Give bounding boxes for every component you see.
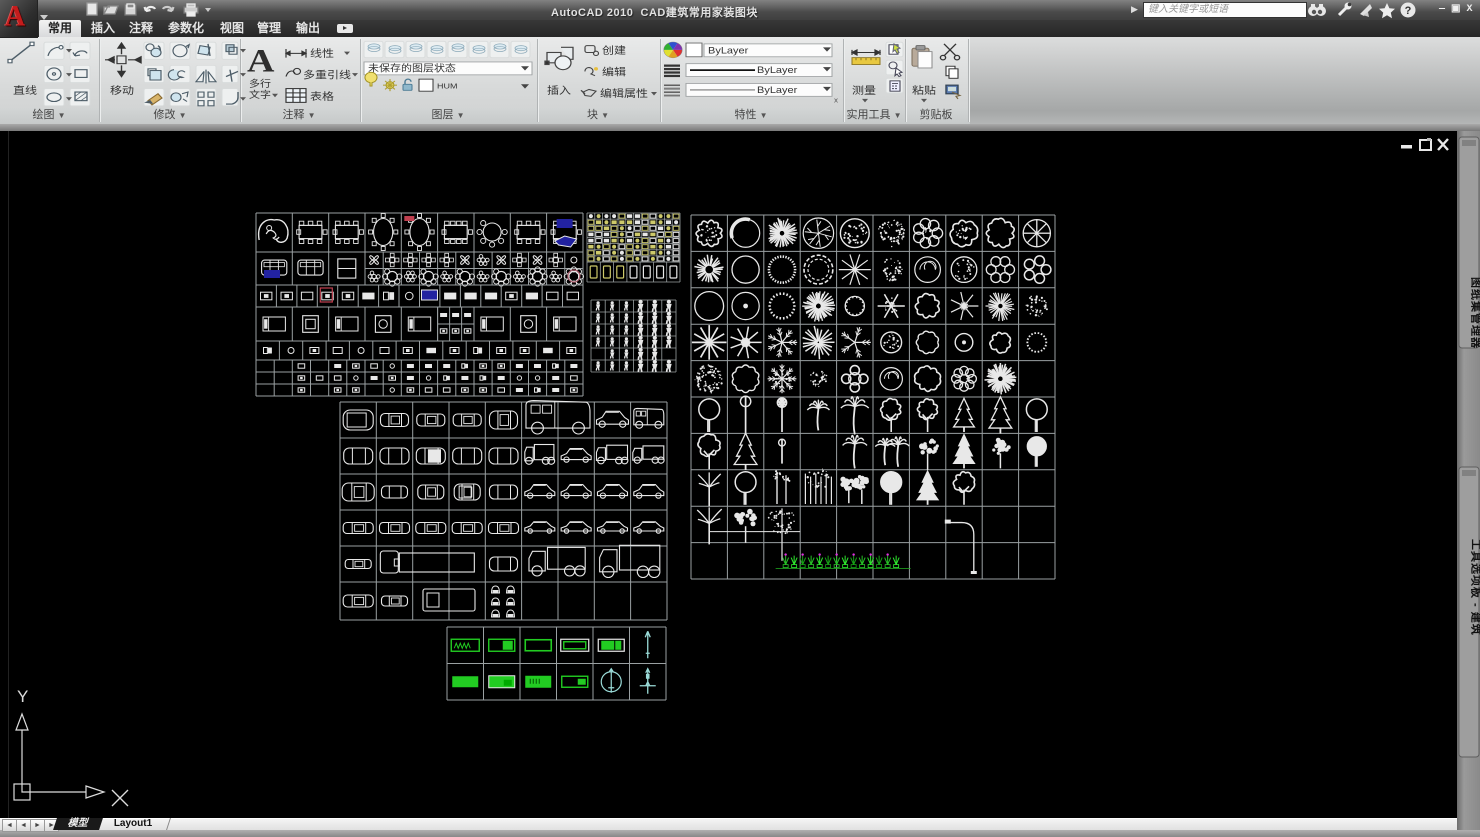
svg-text:粘贴: 粘贴 [912,84,936,97]
svg-text:多重引线: 多重引线 [303,68,351,81]
svg-text:A: A [247,42,275,79]
svg-text:插入: 插入 [547,84,571,97]
svg-text:ByLayer: ByLayer [708,46,749,56]
svg-text:编辑: 编辑 [602,66,626,79]
svg-text:工具选项板 - 建筑: 工具选项板 - 建筑 [1470,539,1480,636]
svg-text:创建: 创建 [602,44,626,57]
svg-text:直线: 直线 [13,84,37,97]
svg-text:图纸集管理器: 图纸集管理器 [1470,277,1480,349]
svg-text:编辑属性: 编辑属性 [600,87,648,100]
svg-text:HUM: HUM [437,81,457,90]
svg-text:表格: 表格 [310,90,334,103]
svg-text:未保存的图层状态: 未保存的图层状态 [368,62,456,74]
svg-text:移动: 移动 [110,85,134,97]
svg-text:多行: 多行 [249,78,271,90]
svg-text:Y: Y [17,687,28,706]
svg-text:?: ? [1405,5,1412,17]
svg-text:线性: 线性 [310,47,334,60]
svg-text:测量: 测量 [852,85,876,97]
svg-text:ByLayer: ByLayer [757,66,798,76]
svg-text:x: x [834,96,838,104]
svg-text:文字: 文字 [249,89,271,101]
svg-text:ByLayer: ByLayer [757,86,798,96]
